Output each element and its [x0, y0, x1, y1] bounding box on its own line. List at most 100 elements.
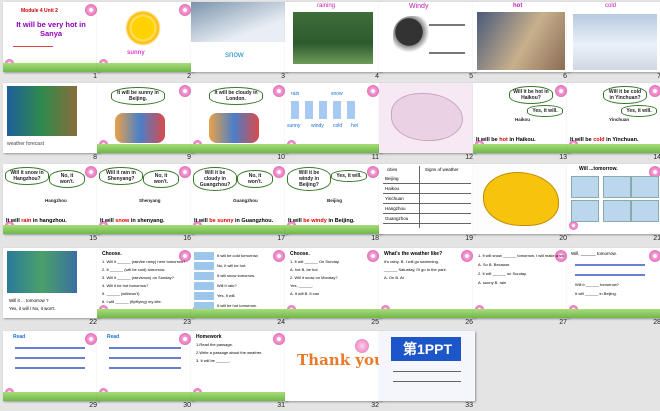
slide-thumbnail[interactable]: Read 30 [97, 331, 193, 411]
slide-thumbnail[interactable]: Will it be hot in Haikou? Yes, it will. Ha… [473, 83, 569, 163]
slide-thumbnail[interactable]: Windy 5 [379, 2, 475, 82]
reply-bubble: Yes, it will. [527, 105, 563, 117]
slide-thumbnail[interactable]: Will ...tomorrow. 21 [567, 164, 660, 244]
slide-canvas[interactable]: Read [3, 331, 99, 401]
slide-canvas[interactable]: Homework 1.Read the passage. 2.Write a pas… [191, 331, 287, 401]
slide-canvas[interactable]: hot [473, 2, 569, 72]
slide-thumbnail[interactable]: 20 [473, 164, 569, 244]
slide-thumbnail[interactable]: Homework 1.Read the passage. 2.Write a pas… [191, 331, 287, 411]
slide-thumbnail[interactable]: Thank you! 32 [285, 331, 381, 411]
weather-keyword: snow [115, 218, 130, 224]
slide-thumbnail[interactable]: Choose. 1. Will it ______ (rain/be rainy)… [97, 248, 193, 328]
text-line [109, 367, 181, 369]
slide-canvas[interactable]: Will it rain in Shenyang? No, it won't. Sh… [97, 164, 193, 234]
sun-icon [125, 10, 161, 46]
exercise-item: 3. It will be ______. [196, 358, 231, 363]
slide-thumbnail[interactable]: cities Signs of weather Beijing Haikou Yinch… [379, 164, 475, 244]
slide-thumbnail[interactable]: It will be sunny in Beijing. 9 [97, 83, 193, 163]
slide-thumbnail[interactable]: Read 29 [3, 331, 99, 411]
slide-thumbnail[interactable]: sunny 2 [97, 2, 193, 82]
slide-thumbnail[interactable]: Will it ... tomorrow ? Yes, it will / No,… [3, 248, 99, 328]
table-cell: Hangzhou [385, 206, 406, 211]
slide-canvas[interactable]: Choose. 1. It will ______ On Sunday. A. ho… [285, 248, 381, 318]
slide-canvas[interactable]: Module 4 Unit 2 It will be very hot in Sa… [3, 2, 99, 72]
slide-canvas[interactable]: rain snow sunny windy cold hot [285, 83, 381, 153]
slide-canvas[interactable]: 第1PPT [379, 331, 475, 401]
thank-you-text: Thank you! [297, 351, 381, 369]
exercise-item: 4. Will it be hot tomorrow? [102, 283, 149, 288]
flower-decoration [179, 333, 191, 345]
grass-strip [97, 225, 193, 234]
petal [355, 339, 369, 353]
slide-thumbnail[interactable]: Will, ______ tomorrow. Will it ______ tom… [567, 248, 660, 328]
slide-thumbnail[interactable]: hot 6 [473, 2, 569, 82]
slide-thumbnail[interactable]: raining 4 [285, 2, 381, 82]
slide-canvas[interactable]: Will, ______ tomorrow. Will it ______ tom… [567, 248, 660, 318]
slide-thumbnail[interactable]: rain snow sunny windy cold hot 11 [285, 83, 381, 163]
slide-thumbnail[interactable]: Choose. 1. It will ______ On Sunday. A. ho… [285, 248, 381, 328]
weather-caption: snow [225, 50, 244, 59]
slide-thumbnail[interactable]: Will it snow in Hangzhou? No, it won't. Ha… [3, 164, 99, 244]
slide-thumbnail[interactable]: 1. It will snow ______ tomorrow. I will … [473, 248, 569, 328]
slide-canvas[interactable]: Choose. 1. Will it ______ (rain/be rainy)… [97, 248, 193, 318]
question-line: Will it ... tomorrow ? [9, 298, 49, 303]
slide-number: 15 [89, 235, 97, 242]
exercise-item: No, it will be hot. [217, 263, 247, 268]
weather-symbols [291, 101, 361, 119]
slide-canvas[interactable]: snow [191, 2, 287, 72]
slide-canvas[interactable]: Will it be windy in Beijing? Yes, it will… [285, 164, 381, 234]
slide-thumbnail[interactable]: Will it be cloudy in Guangzhou? No, it wo… [191, 164, 287, 244]
slide-thumbnail[interactable]: What's the weather like? It's rainy. B. I… [379, 248, 475, 328]
slide-canvas[interactable]: It will be cloudy in London. [191, 83, 287, 153]
slide-canvas[interactable]: What's the weather like? It's rainy. B. I… [379, 248, 475, 318]
exercise-item: Will it rain? [217, 283, 237, 288]
slide-canvas[interactable]: It will be cold tomorrow. No, it will be … [191, 248, 287, 318]
slide-thumbnail[interactable]: 第1PPT 33 [379, 331, 475, 411]
slide-thumbnail[interactable]: It will be cold tomorrow. No, it will be … [191, 248, 287, 328]
slide-thumbnail[interactable]: cold 7 [567, 2, 660, 82]
flower-decoration [273, 166, 285, 178]
slide-number: 14 [653, 154, 660, 161]
slide-thumbnail[interactable]: 12 [379, 83, 475, 163]
exercise-item: 3. Will it ______ (rain/snow) on Sunday? [102, 275, 174, 280]
slide-canvas[interactable]: cities Signs of weather Beijing Haikou Yinch… [379, 164, 475, 234]
slide-canvas[interactable]: Will it snow in Hangzhou? No, it won't. Ha… [3, 164, 99, 234]
slide-canvas[interactable]: weather forecast [3, 83, 99, 153]
speech-bubble: Will it be cold in Yinchuan? [603, 86, 647, 104]
slide-canvas[interactable]: Will it be cloudy in Guangzhou? No, it wo… [191, 164, 287, 234]
slide-thumbnail[interactable]: Will it be cold in Yinchuan? Yes, it will… [567, 83, 660, 163]
grass-strip [191, 225, 287, 234]
table-rule [383, 223, 471, 224]
answer-sentence: It will be sunny in Guangzhou. [194, 218, 273, 224]
slide-canvas[interactable]: cold [567, 2, 660, 72]
slide-canvas[interactable]: Will it ... tomorrow ? Yes, it will / No,… [3, 248, 99, 318]
slide-canvas[interactable]: Windy [379, 2, 475, 72]
slide-canvas[interactable]: Read [97, 331, 193, 401]
slide-canvas[interactable] [379, 83, 475, 153]
slide-canvas[interactable]: Will ...tomorrow. [567, 164, 660, 234]
slide-canvas[interactable] [473, 164, 569, 234]
slide-canvas[interactable]: raining [285, 2, 381, 72]
exercise-item: 6. I will ______ (fly/flying) my kite. [102, 299, 162, 304]
slide-thumbnail[interactable]: Will it rain in Shenyang? No, it won't. Sh… [97, 164, 193, 244]
slide-thumbnail[interactable]: Will it be windy in Beijing? Yes, it will… [285, 164, 381, 244]
slide-thumbnail[interactable]: Module 4 Unit 2 It will be very hot in Sa… [3, 2, 99, 82]
slide-thumbnail[interactable]: weather forecast 8 [3, 83, 99, 163]
slide-canvas[interactable]: Will it be cold in Yinchuan? Yes, it will… [567, 83, 660, 153]
slide-thumbnail[interactable]: It will be cloudy in London. 10 [191, 83, 287, 163]
slide-canvas[interactable]: Thank you! [285, 331, 381, 401]
city-label: Guangzhou [233, 198, 258, 203]
slide-canvas[interactable]: sunny [97, 2, 193, 72]
slide-canvas[interactable]: Will it be hot in Haikou? Yes, it will. Ha… [473, 83, 569, 153]
exercise-heading: What's the weather like? [384, 251, 443, 257]
exercise-item: Yes, ______. [290, 283, 314, 288]
exercise-item: 1. It will snow ______ tomorrow. I will … [478, 253, 564, 258]
grass-strip [97, 144, 193, 153]
slide-canvas[interactable]: It will be sunny in Beijing. [97, 83, 193, 153]
weather-keyword: rain [21, 218, 32, 224]
table-rule [383, 193, 471, 194]
slide-thumbnail[interactable]: snow 3 [191, 2, 287, 82]
slide-canvas[interactable]: 1. It will snow ______ tomorrow. I will … [473, 248, 569, 318]
weather-map-photo [7, 251, 77, 293]
weather-word: windy [311, 123, 324, 129]
